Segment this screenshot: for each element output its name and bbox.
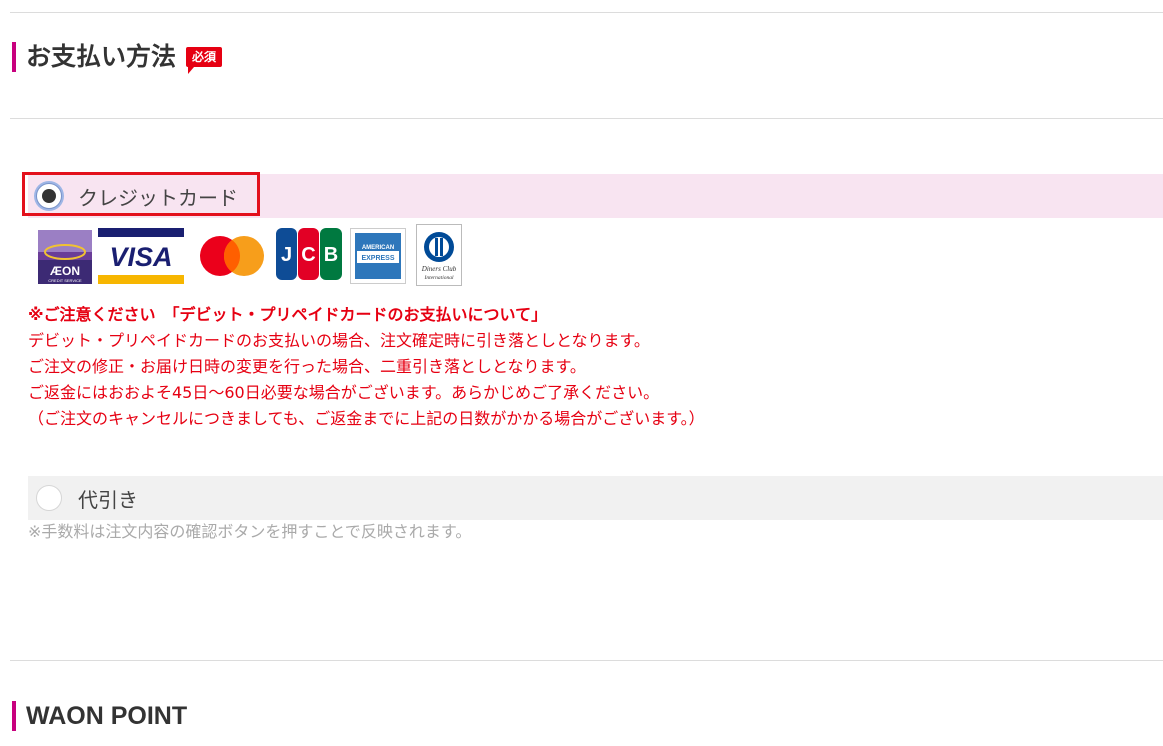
svg-text:C: C [301, 244, 315, 266]
svg-text:AMERICAN: AMERICAN [362, 245, 394, 251]
section-divider [10, 118, 1163, 119]
notice-line: ご注文の修正・お届け日時の変更を行った場合、二重引き落としとなります。 [28, 357, 586, 376]
waon-title-text: WAON POINT [26, 702, 188, 730]
jcb-logo: J C B [276, 228, 342, 280]
notice-heading: ※ご注意ください 「デビット・プリペイドカードのお支払いについて」 [28, 305, 548, 324]
notice-line: デビット・プリペイドカードのお支払いの場合、注文確定時に引き落としとなります。 [28, 331, 650, 350]
amex-logo: AMERICAN EXPRESS [350, 228, 406, 284]
svg-text:VISA: VISA [109, 242, 172, 272]
top-divider [10, 12, 1163, 13]
bottom-divider [10, 660, 1163, 661]
svg-text:EXPRESS: EXPRESS [361, 255, 394, 262]
waon-point-section-title: WAON POINT [12, 701, 187, 731]
cod-fee-note: ※手数料は注文内容の確認ボタンを押すことで反映されます。 [28, 522, 472, 541]
visa-logo: VISA [98, 228, 184, 284]
payment-title-text: お支払い方法 [26, 43, 177, 71]
payment-option-cash-on-delivery[interactable]: 代引き [28, 476, 1163, 520]
cash-on-delivery-label[interactable]: 代引き [78, 484, 138, 513]
required-badge: 必須 [186, 47, 223, 74]
notice-line: ご返金にはおおよそ45日〜60日必要な場合がございます。あらかじめご了承ください… [28, 383, 660, 402]
aeon-card-logo: ÆON CREDIT SERVICE [38, 230, 92, 284]
svg-text:B: B [324, 244, 338, 266]
mastercard-logo [198, 234, 266, 278]
diners-club-logo: Diners Club International [416, 224, 462, 286]
debit-prepaid-notice: ※ご注意ください 「デビット・プリペイドカードのお支払いについて」 デビット・プ… [28, 302, 1148, 432]
svg-text:ÆON: ÆON [50, 264, 80, 278]
svg-text:International: International [423, 275, 453, 281]
svg-text:Diners Club: Diners Club [421, 265, 457, 273]
svg-text:CREDIT SERVICE: CREDIT SERVICE [48, 278, 82, 283]
payment-section-title: お支払い方法 必須 [12, 42, 223, 74]
cash-on-delivery-radio[interactable] [36, 485, 62, 511]
notice-line: （ご注文のキャンセルにつきましても、ご返金までに上記の日数がかかる場合がございま… [28, 409, 705, 428]
svg-text:J: J [281, 244, 292, 266]
credit-card-highlight-box [22, 172, 260, 216]
